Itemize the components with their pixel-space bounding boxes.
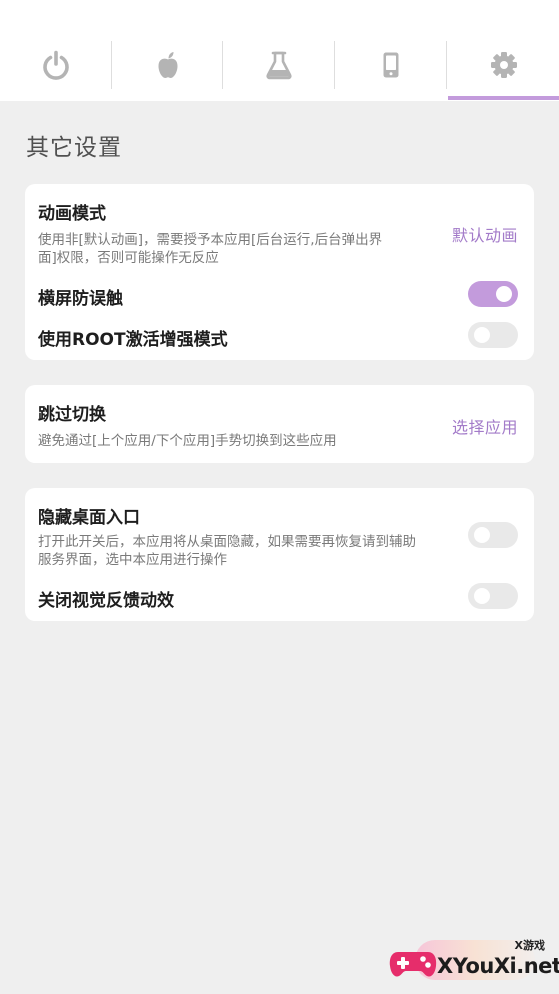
landscape-guard-toggle[interactable] bbox=[468, 281, 518, 307]
phone-icon bbox=[383, 52, 398, 78]
disable-feedback-toggle[interactable] bbox=[468, 583, 518, 609]
gamepad-logo-icon bbox=[389, 952, 437, 977]
landscape-guard-title: 横屏防误触 bbox=[38, 289, 123, 309]
tab-device[interactable] bbox=[335, 40, 446, 90]
tab-divider bbox=[446, 41, 447, 89]
toggle-knob bbox=[474, 588, 490, 604]
settings-card-skip[interactable]: 跳过切换 避免通过[上个应用/下个应用]手势切换到这些应用 选择应用 bbox=[25, 385, 534, 463]
root-mode-toggle[interactable] bbox=[468, 322, 518, 348]
gear-icon bbox=[490, 52, 517, 78]
apple-icon bbox=[158, 52, 177, 78]
watermark-main-text: XYouXi.net bbox=[437, 954, 559, 978]
hide-launcher-desc-line2: 服务界面，选中本应用进行操作 bbox=[38, 552, 227, 568]
settings-card-animation: 动画模式 使用非[默认动画]，需要授予本应用[后台运行,后台弹出界 面]权限，否… bbox=[25, 184, 534, 360]
tab-apple[interactable] bbox=[112, 40, 223, 90]
power-icon bbox=[42, 50, 69, 80]
tab-lab[interactable] bbox=[223, 40, 334, 90]
animation-mode-value[interactable]: 默认动画 bbox=[452, 222, 518, 246]
site-watermark: X游戏 XYouXi.net bbox=[385, 932, 559, 990]
skip-switch-title: 跳过切换 bbox=[38, 405, 106, 425]
tab-settings[interactable] bbox=[448, 40, 559, 90]
flask-icon bbox=[265, 51, 292, 80]
hide-launcher-desc-line1: 打开此开关后，本应用将从桌面隐藏，如果需要再恢复请到辅助 bbox=[38, 534, 416, 550]
disable-feedback-title: 关闭视觉反馈动效 bbox=[38, 591, 174, 611]
page-title: 其它设置 bbox=[26, 135, 122, 161]
hide-launcher-toggle[interactable] bbox=[468, 522, 518, 548]
animation-mode-desc-line2: 面]权限，否则可能操作无反应 bbox=[38, 250, 219, 266]
hide-launcher-title: 隐藏桌面入口 bbox=[38, 508, 140, 528]
top-tab-bar bbox=[0, 0, 559, 101]
skip-switch-desc: 避免通过[上个应用/下个应用]手势切换到这些应用 bbox=[38, 433, 337, 449]
animation-mode-title: 动画模式 bbox=[38, 204, 106, 224]
toggle-knob bbox=[474, 527, 490, 543]
animation-mode-desc-line1: 使用非[默认动画]，需要授予本应用[后台运行,后台弹出界 bbox=[38, 232, 383, 248]
settings-card-launcher: 隐藏桌面入口 打开此开关后，本应用将从桌面隐藏，如果需要再恢复请到辅助 服务界面… bbox=[25, 488, 534, 621]
selected-tab-indicator bbox=[448, 96, 559, 100]
select-apps-button[interactable]: 选择应用 bbox=[452, 414, 518, 438]
tab-power[interactable] bbox=[0, 40, 111, 90]
toggle-knob bbox=[474, 327, 490, 343]
watermark-small-text: X游戏 bbox=[514, 939, 545, 952]
root-mode-title: 使用ROOT激活增强模式 bbox=[38, 330, 228, 350]
toggle-knob bbox=[496, 286, 512, 302]
